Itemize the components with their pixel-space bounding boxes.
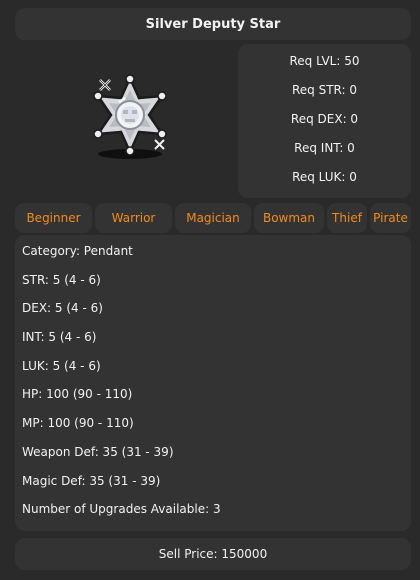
item-name: Silver Deputy Star [145,16,281,32]
stat-int: INT: 5 (4 - 6) [22,330,97,345]
item-title-bar: Silver Deputy Star [15,8,411,40]
job-tab-pirate[interactable]: Pirate [370,203,411,233]
job-tab-thief[interactable]: Thief [327,203,367,233]
stat-str: STR: 5 (4 - 6) [22,272,101,287]
item-image-area [15,44,233,198]
stat-mp: MP: 100 (90 - 110) [22,416,134,431]
requirements-panel: Req LVL: 50 Req STR: 0 Req DEX: 0 Req IN… [238,44,411,198]
req-str: Req STR: 0 [291,83,358,97]
job-tab-warrior[interactable]: Warrior [95,203,172,233]
stat-magic-def: Magic Def: 35 (31 - 39) [22,473,161,488]
job-tab-bowman[interactable]: Bowman [254,203,324,233]
req-luk: Req LUK: 0 [292,170,357,184]
stat-dex: DEX: 5 (4 - 6) [22,301,103,316]
req-dex: Req DEX: 0 [290,112,359,126]
sell-price-bar: Sell Price: 150000 [15,538,411,570]
req-int: Req INT: 0 [294,141,355,155]
stats-panel: Category: Pendant STR: 5 (4 - 6) DEX: 5 … [15,235,411,531]
sell-price: Sell Price: 150000 [158,547,268,561]
job-tab-magician[interactable]: Magician [175,203,251,233]
stat-weapon-def: Weapon Def: 35 (31 - 39) [22,444,174,459]
stat-hp: HP: 100 (90 - 110) [22,387,133,402]
job-tab-beginner[interactable]: Beginner [15,203,92,233]
req-level: Req LVL: 50 [289,54,360,68]
stat-luk: LUK: 5 (4 - 6) [22,358,101,373]
stat-upgrades: Number of Upgrades Available: 3 [22,502,221,517]
job-tabs: Beginner Warrior Magician Bowman Thief P… [15,203,411,233]
stat-category: Category: Pendant [22,244,133,258]
silver-star-badge-icon [93,74,167,159]
